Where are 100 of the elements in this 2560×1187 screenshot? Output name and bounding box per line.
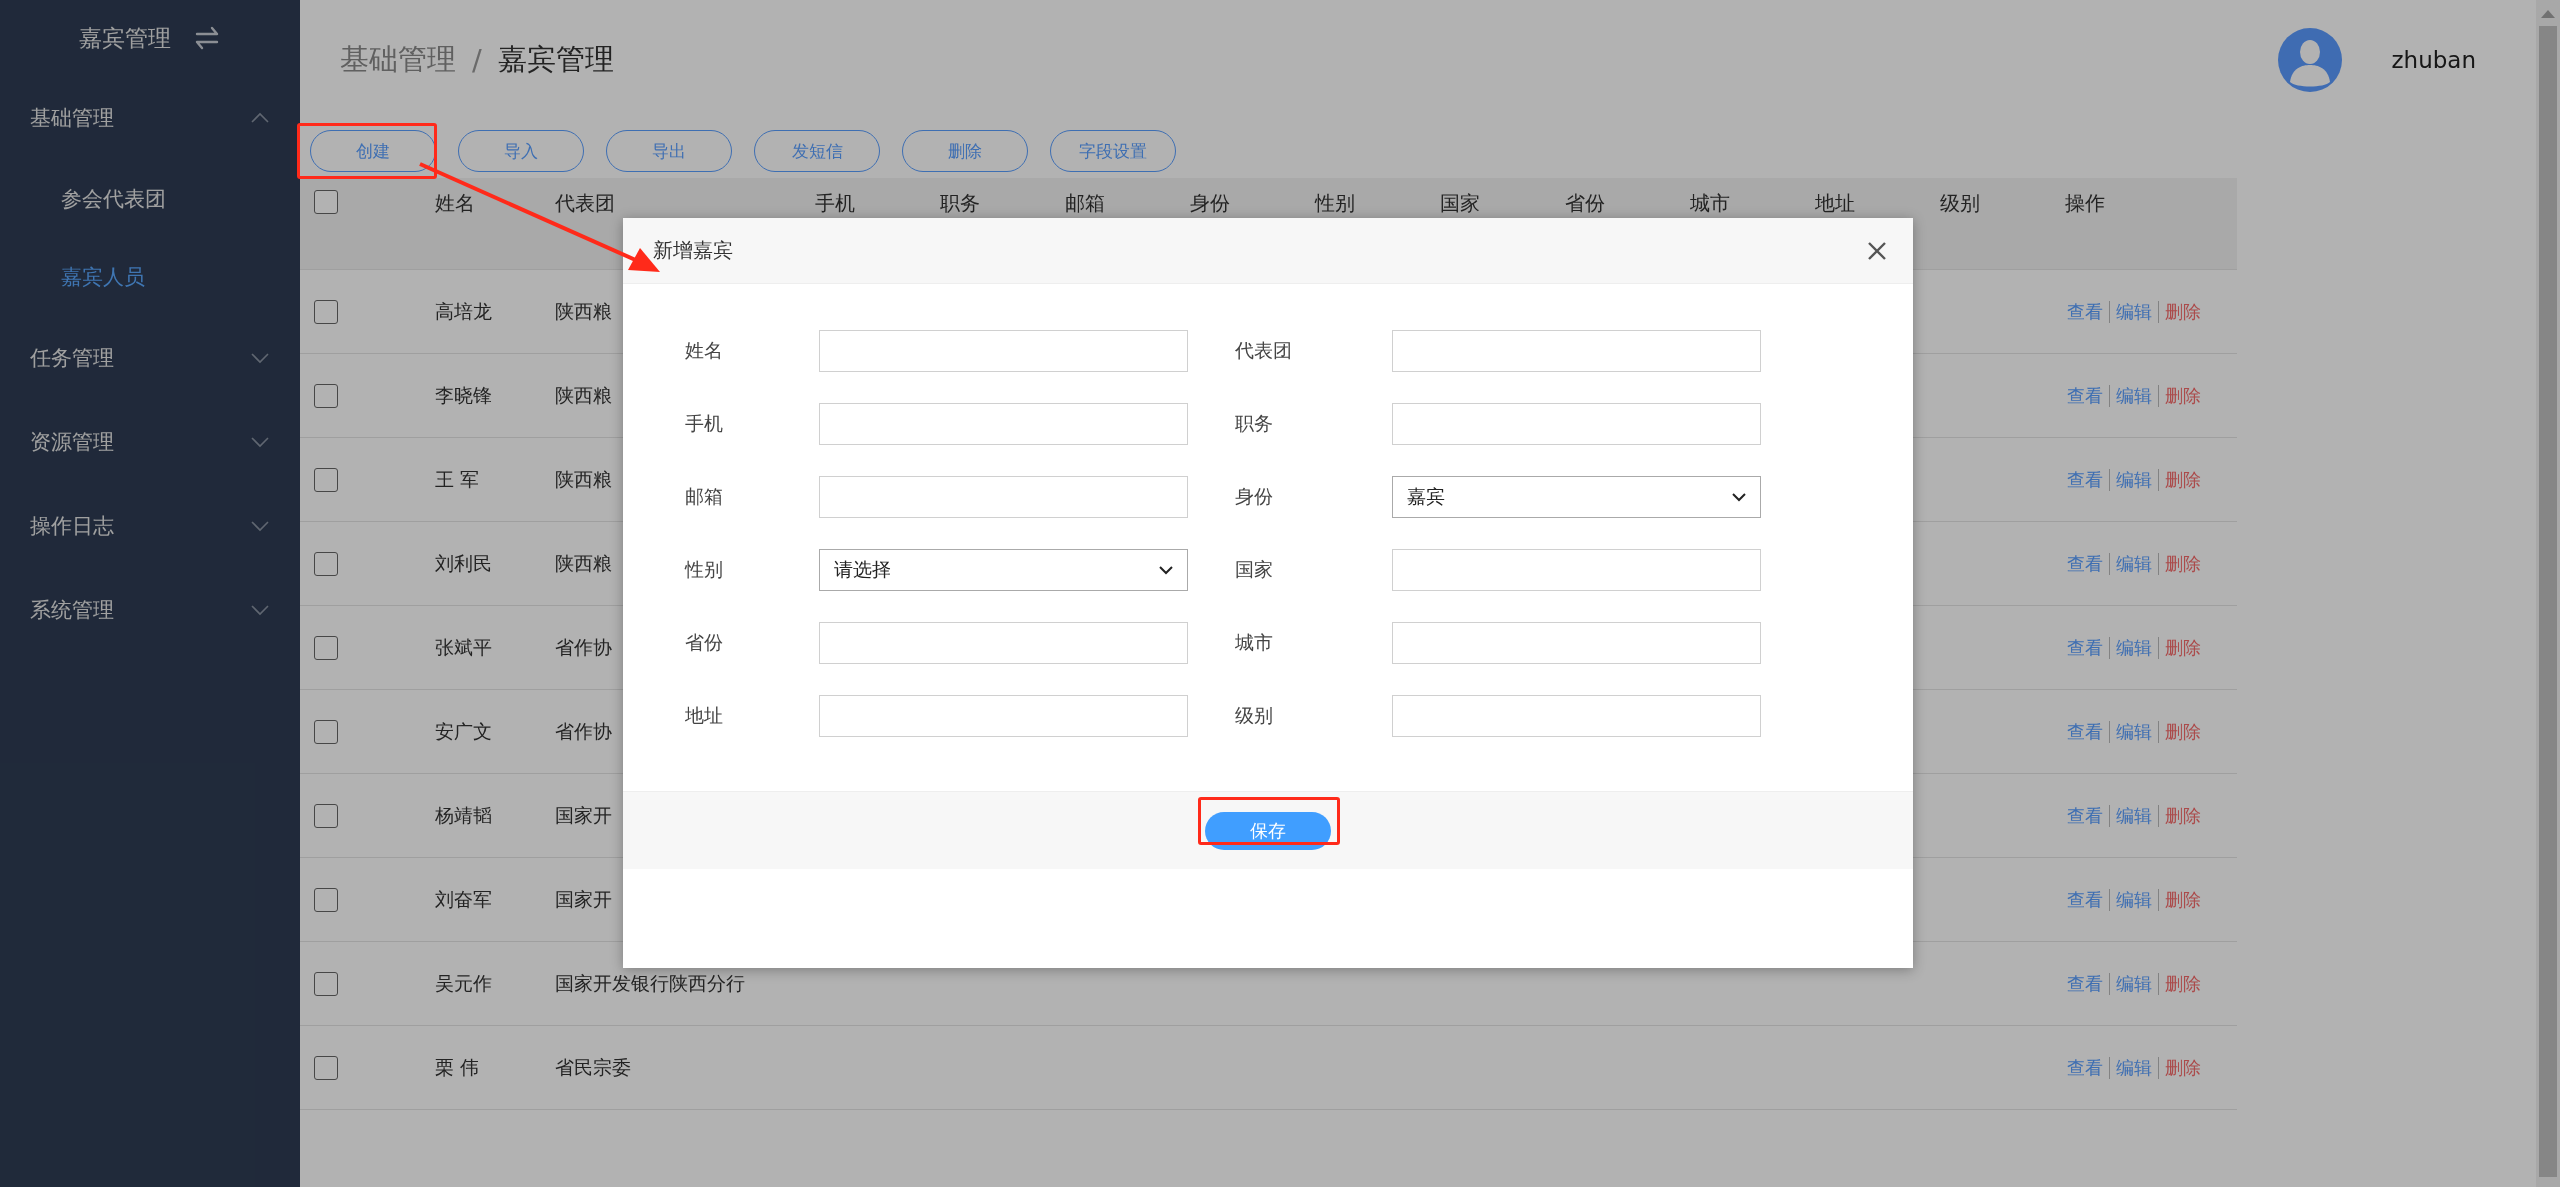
column-header: 身份 xyxy=(1190,191,1230,215)
input-field[interactable] xyxy=(819,403,1188,445)
row-action-link[interactable]: 编辑 xyxy=(2116,467,2152,492)
row-action-link[interactable]: 查看 xyxy=(2067,887,2103,912)
row-action-link[interactable]: 查看 xyxy=(2067,719,2103,744)
column-header: 邮箱 xyxy=(1065,191,1105,215)
column-header: 城市 xyxy=(1690,191,1730,215)
row-checkbox[interactable] xyxy=(314,635,338,660)
select-all-checkbox[interactable] xyxy=(314,190,338,214)
row-checkbox[interactable] xyxy=(314,971,338,996)
input-field[interactable] xyxy=(1392,403,1761,445)
row-action-link[interactable]: 删除 xyxy=(2165,383,2201,408)
input-field[interactable] xyxy=(1392,549,1761,591)
row-action-link[interactable]: 删除 xyxy=(2165,635,2201,660)
menu-item[interactable]: 操作日志 xyxy=(0,484,300,568)
row-action-link[interactable]: 编辑 xyxy=(2116,719,2152,744)
row-action-link[interactable]: 查看 xyxy=(2067,971,2103,996)
input-field[interactable] xyxy=(819,476,1188,518)
table-cell: 高培龙 xyxy=(435,299,492,322)
menu-item[interactable]: 系统管理 xyxy=(0,568,300,652)
row-action-link[interactable]: 删除 xyxy=(2165,719,2201,744)
column-header: 省份 xyxy=(1565,191,1605,215)
row-action-link[interactable]: 查看 xyxy=(2067,635,2103,660)
swap-icon[interactable] xyxy=(193,25,221,51)
row-action-link[interactable]: 编辑 xyxy=(2116,299,2152,324)
input-field[interactable] xyxy=(819,330,1188,372)
row-checkbox[interactable] xyxy=(314,803,338,828)
column-header: 国家 xyxy=(1440,191,1480,215)
chevron-icon xyxy=(250,436,270,448)
row-action-link[interactable]: 删除 xyxy=(2165,887,2201,912)
menu-item[interactable]: 资源管理 xyxy=(0,400,300,484)
toolbar-button[interactable]: 导出 xyxy=(606,130,732,172)
row-action-link[interactable]: 查看 xyxy=(2067,383,2103,408)
submenu-item[interactable]: 参会代表团 xyxy=(0,160,300,238)
row-action-link[interactable]: 查看 xyxy=(2067,467,2103,492)
column-header: 手机 xyxy=(815,191,855,215)
row-checkbox[interactable] xyxy=(314,383,338,408)
toolbar-button[interactable]: 发短信 xyxy=(754,130,880,172)
row-action-link[interactable]: 删除 xyxy=(2165,467,2201,492)
chevron-icon xyxy=(250,604,270,616)
save-button[interactable]: 保存 xyxy=(1205,811,1331,850)
scroll-thumb[interactable] xyxy=(2539,26,2557,1177)
row-action-link[interactable]: 查看 xyxy=(2067,299,2103,324)
row-checkbox[interactable] xyxy=(314,1055,338,1080)
row-action-link[interactable]: 删除 xyxy=(2165,971,2201,996)
input-field[interactable] xyxy=(1392,695,1761,737)
toolbar-button[interactable]: 导入 xyxy=(458,130,584,172)
user-name[interactable]: zhuban xyxy=(2391,47,2476,73)
scroll-up-icon[interactable] xyxy=(2541,10,2555,18)
row-action-link[interactable]: 查看 xyxy=(2067,1055,2103,1080)
input-field[interactable] xyxy=(1392,622,1761,664)
row-checkbox[interactable] xyxy=(314,719,338,744)
row-action-link[interactable]: 查看 xyxy=(2067,551,2103,576)
input-field[interactable] xyxy=(819,695,1188,737)
field-label: 代表团 xyxy=(1235,338,1293,363)
row-action-link[interactable]: 编辑 xyxy=(2116,971,2152,996)
scrollbar[interactable] xyxy=(2536,0,2560,1187)
avatar-icon[interactable] xyxy=(2277,28,2342,92)
row-action-link[interactable]: 删除 xyxy=(2165,299,2201,324)
menu-item[interactable]: 任务管理 xyxy=(0,316,300,400)
row-action-link[interactable]: 编辑 xyxy=(2116,887,2152,912)
select-field[interactable]: 请选择 xyxy=(819,549,1188,591)
row-checkbox[interactable] xyxy=(314,299,338,324)
row-checkbox[interactable] xyxy=(314,887,338,912)
table-cell: 国家开 xyxy=(555,803,612,826)
table-cell: 陕西粮 xyxy=(555,383,612,406)
select-field[interactable]: 嘉宾 xyxy=(1392,476,1761,518)
submenu-item[interactable]: 嘉宾人员 xyxy=(0,238,300,316)
row-action-link[interactable]: 编辑 xyxy=(2116,1055,2152,1080)
row-checkbox[interactable] xyxy=(314,551,338,576)
table-cell: 吴元作 xyxy=(435,971,492,994)
table-cell: 栗 伟 xyxy=(435,1055,480,1078)
input-field[interactable] xyxy=(1392,330,1761,372)
table-cell: 陕西粮 xyxy=(555,299,612,322)
row-action-link[interactable]: 编辑 xyxy=(2116,383,2152,408)
row-action-link[interactable]: 删除 xyxy=(2165,1055,2201,1080)
toolbar-button[interactable]: 字段设置 xyxy=(1050,130,1176,172)
row-action-link[interactable]: 查看 xyxy=(2067,803,2103,828)
column-header: 代表团 xyxy=(555,191,615,215)
table-cell: 陕西粮 xyxy=(555,467,612,490)
row-action-link[interactable]: 编辑 xyxy=(2116,803,2152,828)
row-action-link[interactable]: 编辑 xyxy=(2116,635,2152,660)
row-action-link[interactable]: 删除 xyxy=(2165,551,2201,576)
app-title: 嘉宾管理 xyxy=(79,23,171,53)
menu-item[interactable]: 基础管理 xyxy=(0,76,300,160)
toolbar-button[interactable]: 删除 xyxy=(902,130,1028,172)
row-action-link[interactable]: 编辑 xyxy=(2116,551,2152,576)
table-cell: 陕西粮 xyxy=(555,551,612,574)
row-action-link[interactable]: 删除 xyxy=(2165,803,2201,828)
table-cell: 李晓锋 xyxy=(435,383,492,406)
close-icon[interactable] xyxy=(1867,240,1887,261)
field-label: 手机 xyxy=(685,411,724,436)
table-cell: 王 军 xyxy=(435,467,480,490)
toolbar-button[interactable]: 创建 xyxy=(310,130,436,172)
row-checkbox[interactable] xyxy=(314,467,338,492)
field-label: 国家 xyxy=(1235,557,1274,582)
column-header: 级别 xyxy=(1940,191,1980,215)
input-field[interactable] xyxy=(819,622,1188,664)
breadcrumb-item[interactable]: 基础管理 xyxy=(340,40,456,80)
table-cell: 国家开 xyxy=(555,887,612,910)
